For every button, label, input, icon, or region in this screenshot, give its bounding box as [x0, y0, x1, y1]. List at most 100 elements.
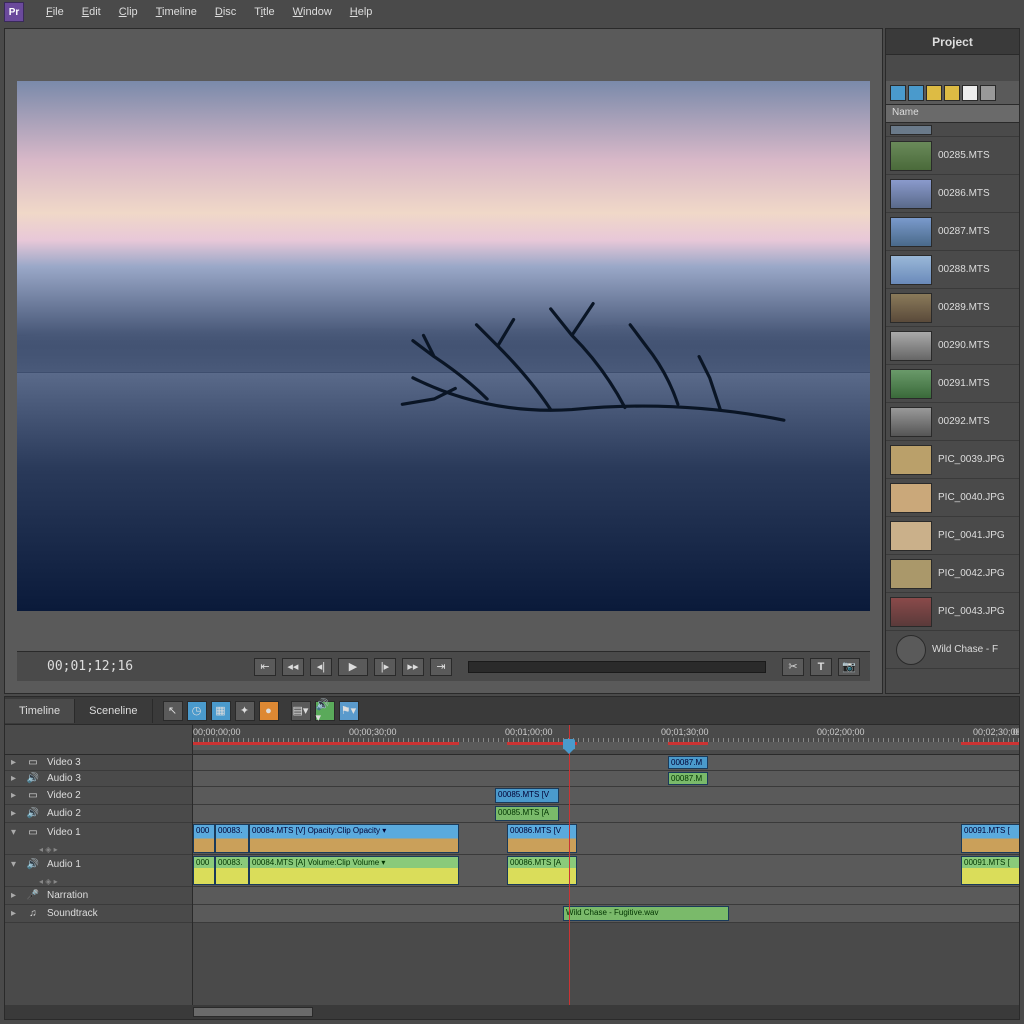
preview-screen[interactable] — [17, 81, 870, 611]
list-item[interactable]: 00288.MTS — [886, 251, 1019, 289]
set-in-button[interactable]: ⇤ — [254, 658, 276, 676]
properties-tool-icon[interactable]: ▦ — [211, 701, 231, 721]
menu-title[interactable]: Title — [246, 4, 282, 20]
list-item[interactable]: 00291.MTS — [886, 365, 1019, 403]
menu-clip[interactable]: Clip — [111, 4, 146, 20]
lane-audio2[interactable]: 00085.MTS [A — [193, 805, 1019, 823]
lane-audio3[interactable]: 00087.M — [193, 771, 1019, 787]
lane-soundtrack[interactable]: Wild Chase - Fugitive.wav — [193, 905, 1019, 923]
collapse-icon[interactable]: ▾ — [11, 827, 19, 838]
audio-display-icon[interactable]: 🔊▾ — [315, 701, 335, 721]
track-header-audio2[interactable]: ▸🔊Audio 2 — [5, 805, 192, 823]
rewind-button[interactable]: ◂◂ — [282, 658, 304, 676]
marker-tool-icon[interactable]: ● — [259, 701, 279, 721]
timecode-display[interactable]: 00;01;12;16 — [27, 659, 153, 674]
list-item[interactable]: PIC_0042.JPG — [886, 555, 1019, 593]
step-forward-button[interactable]: |▸ — [374, 658, 396, 676]
fast-forward-button[interactable]: ▸▸ — [402, 658, 424, 676]
set-out-button[interactable]: ⇥ — [430, 658, 452, 676]
asset-row-partial[interactable] — [886, 123, 1019, 137]
list-item[interactable]: 00292.MTS — [886, 403, 1019, 441]
clip-audio[interactable]: Wild Chase - Fugitive.wav — [563, 906, 729, 921]
scrollbar-thumb[interactable] — [193, 1007, 313, 1017]
list-item[interactable]: Wild Chase - F — [886, 631, 1019, 669]
playhead-handle-icon[interactable] — [563, 739, 575, 749]
menu-edit[interactable]: Edit — [74, 4, 109, 20]
menu-timeline[interactable]: Timeline — [148, 4, 205, 20]
list-item[interactable]: 00285.MTS — [886, 137, 1019, 175]
lane-narration[interactable] — [193, 887, 1019, 905]
clip-audio[interactable]: 00084.MTS [A] Volume:Clip Volume ▾ — [249, 856, 459, 885]
track-header-video2[interactable]: ▸▭Video 2 — [5, 787, 192, 805]
list-item[interactable]: PIC_0040.JPG — [886, 479, 1019, 517]
track-display-icon[interactable]: ▤▾ — [291, 701, 311, 721]
playhead[interactable] — [569, 725, 570, 1005]
clip-video[interactable]: 00085.MTS [V — [495, 788, 559, 803]
track-header-video1[interactable]: ▾▭Video 1◂ ◈ ▸ — [5, 823, 192, 855]
title-button[interactable]: T — [810, 658, 832, 676]
expand-icon[interactable]: ▸ — [11, 790, 19, 801]
clip-audio[interactable]: 00091.MTS [ — [961, 856, 1019, 885]
menu-file[interactable]: File — [38, 4, 72, 20]
collapse-icon[interactable]: ▾ — [11, 859, 19, 870]
expand-icon[interactable]: ▸ — [11, 908, 19, 919]
lane-audio1[interactable]: 000 00083. 00084.MTS [A] Volume:Clip Vol… — [193, 855, 1019, 887]
freeze-frame-button[interactable]: 📷 — [838, 658, 860, 676]
new-folder-icon[interactable] — [944, 85, 960, 101]
expand-icon[interactable]: ▸ — [11, 757, 19, 768]
list-item[interactable]: 00290.MTS — [886, 327, 1019, 365]
grid-view-icon[interactable] — [908, 85, 924, 101]
clip-video[interactable]: 00083. — [215, 824, 249, 853]
time-stretch-tool-icon[interactable]: ◷ — [187, 701, 207, 721]
list-item[interactable]: 00287.MTS — [886, 213, 1019, 251]
clip-audio[interactable]: 00085.MTS [A — [495, 806, 559, 821]
list-item[interactable]: PIC_0041.JPG — [886, 517, 1019, 555]
horizontal-scrollbar[interactable] — [5, 1005, 1019, 1019]
folder-up-icon[interactable] — [926, 85, 942, 101]
track-lanes[interactable]: 00;00;00;00 00;00;30;00 00;01;00;00 00;0… — [193, 725, 1019, 1005]
expand-icon[interactable]: ▸ — [11, 890, 19, 901]
lane-video2[interactable]: 00085.MTS [V — [193, 787, 1019, 805]
track-header-audio1[interactable]: ▾🔊Audio 1◂ ◈ ▸ — [5, 855, 192, 887]
column-header-name[interactable]: Name — [886, 105, 1019, 123]
selection-tool-icon[interactable]: ↖ — [163, 701, 183, 721]
list-item[interactable]: PIC_0043.JPG — [886, 593, 1019, 631]
track-header-narration[interactable]: ▸🎤Narration — [5, 887, 192, 905]
clip-video[interactable]: 00087.M — [668, 756, 708, 769]
play-button[interactable]: ▶ — [338, 658, 368, 676]
clip-video[interactable]: 00086.MTS [V — [507, 824, 577, 853]
tab-sceneline[interactable]: Sceneline — [75, 699, 152, 723]
lane-video1[interactable]: 000 00083. 00084.MTS [V] Opacity:Clip Op… — [193, 823, 1019, 855]
expand-icon[interactable]: ▸ — [11, 808, 19, 819]
track-header-audio3[interactable]: ▸🔊Audio 3 — [5, 771, 192, 787]
list-item[interactable]: 00289.MTS — [886, 289, 1019, 327]
new-item-icon[interactable] — [962, 85, 978, 101]
shuttle-slider[interactable] — [468, 661, 766, 673]
menu-window[interactable]: Window — [285, 4, 340, 20]
tab-timeline[interactable]: Timeline — [5, 699, 75, 723]
track-header-soundtrack[interactable]: ▸♫Soundtrack — [5, 905, 192, 923]
delete-icon[interactable] — [980, 85, 996, 101]
menu-help[interactable]: Help — [342, 4, 381, 20]
time-ruler[interactable]: 00;00;00;00 00;00;30;00 00;01;00;00 00;0… — [193, 725, 1019, 755]
clip-video[interactable]: 00084.MTS [V] Opacity:Clip Opacity ▾ — [249, 824, 459, 853]
clip-audio[interactable]: 00086.MTS [A — [507, 856, 577, 885]
clip-audio[interactable]: 00083. — [215, 856, 249, 885]
expand-icon[interactable]: ▸ — [11, 773, 19, 784]
clip-video[interactable]: 00091.MTS [ — [961, 824, 1019, 853]
clip-audio[interactable]: 00087.M — [668, 772, 708, 785]
split-clip-button[interactable]: ✂ — [782, 658, 804, 676]
step-back-button[interactable]: ◂| — [310, 658, 332, 676]
menu-disc[interactable]: Disc — [207, 4, 244, 20]
lane-video3[interactable]: 00087.M — [193, 755, 1019, 771]
track-header-video3[interactable]: ▸▭Video 3 — [5, 755, 192, 771]
list-view-icon[interactable] — [890, 85, 906, 101]
project-panel-title[interactable]: Project — [886, 29, 1019, 55]
list-item[interactable]: PIC_0039.JPG — [886, 441, 1019, 479]
smart-trim-tool-icon[interactable]: ✦ — [235, 701, 255, 721]
filmstrip-icon: ▭ — [25, 825, 41, 839]
clip-audio[interactable]: 000 — [193, 856, 215, 885]
clip-video[interactable]: 000 — [193, 824, 215, 853]
list-item[interactable]: 00286.MTS — [886, 175, 1019, 213]
snap-icon[interactable]: ⚑▾ — [339, 701, 359, 721]
